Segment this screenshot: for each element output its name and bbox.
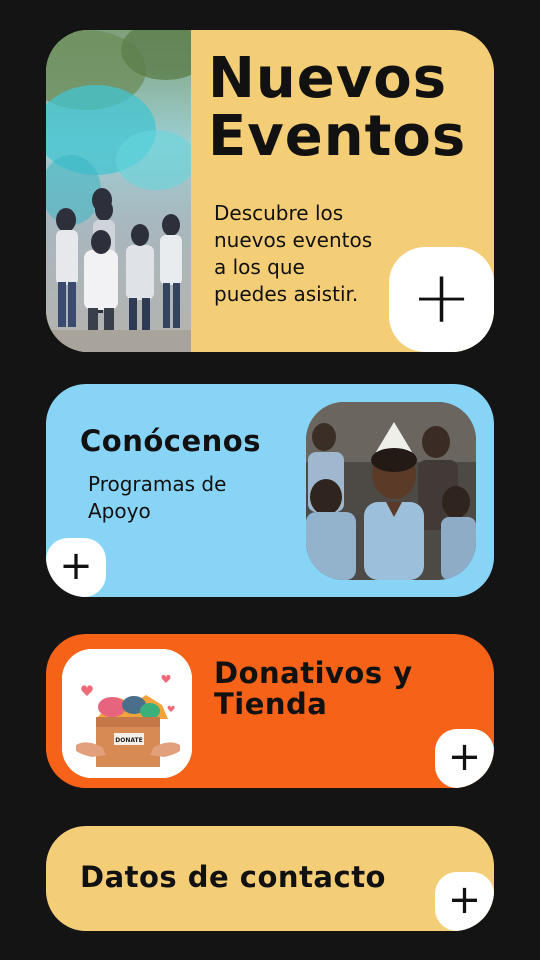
events-desc-line: nuevos eventos <box>214 228 373 252</box>
events-desc-line: Descubre los <box>214 201 344 225</box>
donate-box-label: DONATE <box>115 737 142 744</box>
events-desc-line: a los que <box>214 255 305 279</box>
donations-title-line1: Donativos y <box>214 656 413 690</box>
events-description: Descubre los nuevos eventos a los que pu… <box>214 200 414 308</box>
plus-icon: + <box>59 543 93 589</box>
donations-plus-button[interactable]: + <box>435 729 494 788</box>
about-plus-button[interactable]: + <box>46 538 106 597</box>
about-subtitle-line: Apoyo <box>88 499 151 523</box>
plus-icon: + <box>447 734 482 780</box>
contact-card[interactable]: Datos de contacto + <box>46 826 494 931</box>
contact-title: Datos de contacto <box>80 860 386 894</box>
plus-icon: + <box>447 877 482 923</box>
donation-box-image: DONATE <box>62 649 192 778</box>
about-subtitle: Programas de Apoyo <box>88 471 226 525</box>
events-card[interactable]: Nuevos Eventos Descubre los nuevos event… <box>46 30 494 352</box>
donations-title-line2: Tienda <box>214 687 328 721</box>
plus-icon: + <box>411 254 472 339</box>
events-title-line2: Eventos <box>208 104 467 169</box>
donations-title: Donativos y Tienda <box>214 658 413 720</box>
donations-card[interactable]: DONATE Donativos y Tienda + <box>46 634 494 788</box>
events-desc-line: puedes asistir. <box>214 282 359 306</box>
about-card[interactable]: Conócenos Programas de Apoyo + <box>46 384 494 597</box>
about-subtitle-line: Programas de <box>88 472 227 496</box>
contact-plus-button[interactable]: + <box>435 872 494 931</box>
events-title: Nuevos Eventos <box>208 50 466 166</box>
about-title: Conócenos <box>80 424 261 458</box>
events-title-line1: Nuevos <box>208 46 448 111</box>
festival-photo <box>46 30 191 352</box>
events-plus-button[interactable]: + <box>389 247 494 352</box>
children-photo <box>306 402 476 580</box>
